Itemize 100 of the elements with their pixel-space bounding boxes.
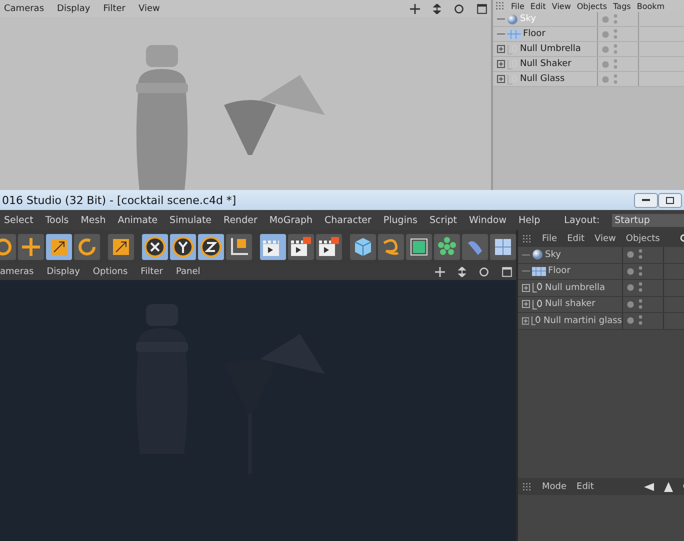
menu-item[interactable]: Animate [118,214,158,226]
maximize-button[interactable] [658,192,682,208]
panel-menu-item[interactable]: Edit [530,2,546,10]
move-view-icon[interactable] [410,4,420,14]
visibility-dot-icon[interactable] [602,46,609,52]
rotate-icon [77,237,97,257]
toolbar-button[interactable] [170,234,196,260]
layer-dots-icon[interactable] [638,298,643,310]
toolbar-button[interactable] [260,234,286,260]
view-menu-item[interactable]: View [138,4,160,14]
toolbar-button[interactable] [46,234,72,260]
object-name[interactable]: Null Glass [520,74,565,84]
menu-item[interactable]: Render [224,214,258,226]
panel-grip-icon [522,234,532,244]
layer-dots-icon[interactable] [638,249,643,260]
maximize-icon [666,196,674,204]
menu-item[interactable]: Character [324,214,372,226]
toolbar-button[interactable] [198,234,224,260]
visibility-dot-icon[interactable] [602,30,609,38]
layer-dots-icon[interactable] [613,74,618,84]
toolbar-button[interactable] [316,234,342,260]
panel-menu-item[interactable]: View [594,234,616,244]
layer-dots-icon[interactable] [613,58,618,70]
visibility-dot-icon[interactable] [627,317,634,324]
object-name[interactable]: Null Shaker [520,59,572,69]
expand-icon[interactable] [522,284,530,292]
rotate-view-icon[interactable] [454,4,464,14]
menu-item[interactable]: MoGraph [269,214,313,226]
panel-menu-item[interactable]: View [552,2,571,10]
menu-item[interactable]: Window [469,214,506,226]
panel-menu-item[interactable]: Tags [613,2,631,10]
window-title: 016 Studio (32 Bit) - [cocktail scene.c4d *] [2,194,236,206]
view-menu-item[interactable]: Cameras [4,4,44,14]
object-name[interactable]: Null shaker [545,299,596,310]
expand-icon[interactable] [497,60,505,68]
layer-dots-icon[interactable] [638,315,643,326]
panel-grip-icon [522,482,532,492]
visibility-dot-icon[interactable] [627,300,634,308]
sphere-icon [507,14,518,24]
menu-item[interactable]: Help [518,214,540,226]
menu-item[interactable]: Plugins [383,214,418,226]
layer-dots-icon[interactable] [638,282,643,294]
object-name[interactable]: Floor [548,266,570,276]
object-name[interactable]: Floor [523,29,546,39]
toolbar-button[interactable] [108,234,134,260]
visibility-dot-icon[interactable] [627,251,634,258]
object-name[interactable]: Sky [545,250,561,260]
expand-icon[interactable] [497,45,505,53]
sphere-icon [532,249,543,260]
menu-item[interactable]: Tools [45,214,69,226]
visibility-dot-icon[interactable] [602,76,609,82]
expand-icon[interactable] [522,316,530,325]
back-arrow-icon[interactable] [644,482,654,490]
null-object-icon [532,282,543,294]
visibility-dot-icon[interactable] [627,268,634,275]
toolbar-button[interactable] [142,234,168,260]
layer-dots-icon[interactable] [613,14,618,24]
maximize-view-icon[interactable] [477,4,487,14]
panel-menu-item[interactable]: Edit [576,482,594,492]
layer-dots-icon[interactable] [638,266,643,277]
layer-dots-icon[interactable] [613,44,618,54]
visibility-dot-icon[interactable] [627,284,634,292]
panel-menu-item[interactable]: Objects [626,234,660,244]
menu-item[interactable]: Script [429,214,458,226]
view-menu-item[interactable]: Filter [140,267,163,277]
zoom-view-icon[interactable] [433,4,441,14]
toolbar-button[interactable] [406,234,432,260]
visibility-dot-icon[interactable] [602,16,609,22]
view-menu-item[interactable]: Filter [103,4,126,14]
toolbar-button[interactable] [288,234,314,260]
expand-icon[interactable] [522,300,530,308]
subdivision-cube-icon [409,237,429,257]
layout-dropdown[interactable]: Startup [612,214,684,226]
toolbar-button[interactable] [226,234,252,260]
layout-label: Layout: [564,214,600,226]
floor-icon [493,237,513,257]
panel-menu-item[interactable]: Bookm [636,2,665,10]
axis-lock-icon [200,236,222,258]
cloner-icon [437,237,457,257]
menu-item[interactable]: Simulate [170,214,212,226]
move-icon [21,237,41,257]
scale-icon [50,238,68,256]
menu-item[interactable]: Select [4,214,34,226]
view-menu-item[interactable]: ameras [0,267,34,277]
view-menu-item[interactable]: Display [46,267,80,277]
minimize-button[interactable] [634,192,658,208]
layer-dots-icon[interactable] [613,28,618,40]
panel-menu-item[interactable]: File [542,234,558,244]
up-arrow-icon[interactable] [664,482,673,492]
panel-menu-item[interactable]: Edit [567,234,584,244]
toolbar-button[interactable] [490,234,516,260]
expand-icon[interactable] [497,75,505,83]
view-menu-item[interactable]: Display [57,4,90,14]
visibility-dot-icon[interactable] [602,60,609,68]
view-menu-item[interactable]: Options [92,267,128,277]
panel-menu-item[interactable]: Objects [576,2,608,10]
panel-menu-item[interactable]: Mode [542,482,567,492]
menu-item[interactable]: Mesh [80,214,106,226]
panel-menu-item[interactable]: File [511,2,524,10]
view-menu-item[interactable]: Panel [176,267,200,277]
